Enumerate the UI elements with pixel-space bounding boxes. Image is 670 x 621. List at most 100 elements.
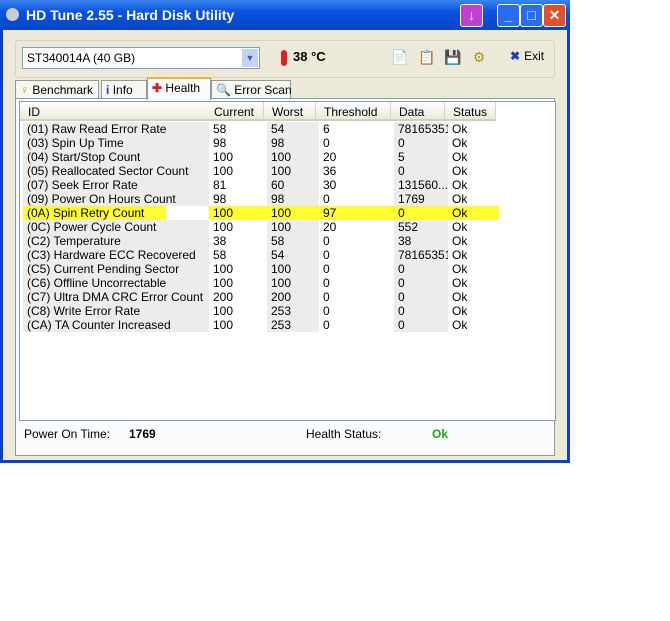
copy-all-icon[interactable]: 📋: [418, 49, 435, 65]
cell-id: (C6) Offline Uncorrectable: [23, 276, 209, 290]
table-row[interactable]: (09) Power On Hours Count 98 98 0 1769 Ok: [20, 192, 555, 206]
cell-worst: 54: [267, 122, 319, 136]
table-row[interactable]: (03) Spin Up Time 98 98 0 0 Ok: [20, 136, 555, 150]
cell-id: (0A) Spin Retry Count: [23, 206, 166, 220]
cell-status: Ok: [452, 318, 468, 332]
cell-status: Ok: [452, 248, 468, 262]
drive-select[interactable]: ST340014A (40 GB) ▼: [22, 47, 260, 69]
red-cross-icon: ✚: [152, 81, 163, 95]
cell-worst: 100: [267, 150, 319, 164]
table-row[interactable]: (0C) Power Cycle Count 100 100 20 552 Ok: [20, 220, 555, 234]
cell-id: (04) Start/Stop Count: [23, 150, 209, 164]
magnifier-icon: 🔍: [216, 83, 231, 97]
cell-worst: 58: [267, 234, 319, 248]
options-icon[interactable]: ⚙: [471, 49, 487, 65]
table-row[interactable]: (05) Reallocated Sector Count 100 100 36 0 Ok: [20, 164, 555, 178]
table-row[interactable]: (C8) Write Error Rate 100 253 0 0 Ok: [20, 304, 555, 318]
cell-status: Ok: [452, 178, 468, 192]
tab-health[interactable]: ✚ Health: [147, 77, 211, 100]
minimize-button[interactable]: _: [497, 4, 520, 27]
cell-data: 0: [394, 164, 448, 178]
cell-threshold: 0: [323, 248, 330, 262]
cell-id: (0C) Power Cycle Count: [23, 220, 209, 234]
table-row[interactable]: (07) Seek Error Rate 81 60 30 131560... Ok: [20, 178, 555, 192]
download-button[interactable]: ↓: [460, 4, 483, 27]
cell-current: 58: [213, 248, 227, 262]
save-icon[interactable]: 💾: [444, 49, 461, 65]
tab-error-scan[interactable]: 🔍 Error Scan: [211, 80, 292, 99]
cell-current: 98: [213, 136, 227, 150]
chevron-down-icon[interactable]: ▼: [242, 49, 258, 67]
cell-worst: 98: [267, 136, 319, 150]
cell-id: (07) Seek Error Rate: [23, 178, 209, 192]
cell-current: 200: [213, 290, 234, 304]
cell-status: Ok: [452, 304, 468, 318]
cell-status: Ok: [452, 276, 468, 290]
cell-status: Ok: [452, 122, 468, 136]
cell-id: (03) Spin Up Time: [23, 136, 209, 150]
cell-id: (05) Reallocated Sector Count: [23, 164, 209, 178]
tab-info[interactable]: i Info: [101, 80, 147, 99]
cell-threshold: 6: [323, 122, 330, 136]
cell-data: 0: [394, 318, 448, 332]
column-header-id[interactable]: ID: [20, 102, 209, 121]
table-row[interactable]: (C7) Ultra DMA CRC Error Count 200 200 0 0 Ok: [20, 290, 555, 304]
table-row[interactable]: (0A) Spin Retry Count 100 100 97 0 Ok: [20, 206, 555, 220]
app-window: HD Tune 2.55 - Hard Disk Utility ↓ _ □ ✕…: [0, 0, 570, 463]
cell-data: 0: [394, 304, 448, 318]
table-row[interactable]: (CA) TA Counter Increased 100 253 0 0 Ok: [20, 318, 555, 332]
table-row[interactable]: (C2) Temperature 38 58 0 38 Ok: [20, 234, 555, 248]
exit-button[interactable]: ✖ Exit: [510, 49, 544, 63]
column-header-threshold[interactable]: Threshold: [316, 102, 391, 121]
column-header-data[interactable]: Data: [391, 102, 445, 121]
cell-id: (CA) TA Counter Increased: [23, 318, 209, 332]
cell-id: (C8) Write Error Rate: [23, 304, 209, 318]
cell-id: (09) Power On Hours Count: [23, 192, 209, 206]
table-row[interactable]: (C6) Offline Uncorrectable 100 100 0 0 Ok: [20, 276, 555, 290]
cell-current: 100: [213, 304, 234, 318]
info-icon: i: [106, 83, 110, 97]
cell-current: 98: [213, 192, 227, 206]
cell-worst: 100: [267, 276, 319, 290]
cell-data: 0: [394, 276, 448, 290]
cell-threshold: 0: [323, 276, 330, 290]
smart-table[interactable]: ID Current Worst Threshold Data Status (01) Ra…: [19, 101, 556, 421]
column-header-current[interactable]: Current: [206, 102, 264, 121]
cell-data: 78165351: [394, 248, 448, 262]
table-row[interactable]: (04) Start/Stop Count 100 100 20 5 Ok: [20, 150, 555, 164]
cell-status: Ok: [452, 290, 468, 304]
cell-current: 100: [213, 150, 234, 164]
cell-id: (C3) Hardware ECC Recovered: [23, 248, 209, 262]
cell-data: 78165351: [394, 122, 448, 136]
cell-status: Ok: [452, 192, 468, 206]
close-button[interactable]: ✕: [543, 4, 566, 27]
copy-icon[interactable]: 📄: [391, 49, 408, 65]
health-status-label: Health Status:: [306, 427, 382, 441]
table-row[interactable]: (C5) Current Pending Sector 100 100 0 0 Ok: [20, 262, 555, 276]
thermometer-icon: [281, 49, 287, 66]
cell-data: 131560...: [394, 178, 448, 192]
column-header-worst[interactable]: Worst: [264, 102, 316, 121]
cell-threshold: 0: [323, 304, 330, 318]
cell-worst: 253: [267, 304, 319, 318]
cell-worst: 54: [267, 248, 319, 262]
title-bar: HD Tune 2.55 - Hard Disk Utility ↓ _ □ ✕: [0, 0, 570, 30]
maximize-button[interactable]: □: [520, 4, 543, 27]
cell-worst: 100: [267, 164, 319, 178]
cell-current: 81: [213, 178, 227, 192]
cell-threshold: 0: [323, 192, 330, 206]
cell-id: (C7) Ultra DMA CRC Error Count: [23, 290, 209, 304]
cell-data: 38: [394, 234, 448, 248]
tab-benchmark[interactable]: ♀ Benchmark: [15, 80, 99, 99]
cell-id: (C2) Temperature: [23, 234, 209, 248]
cell-worst: 98: [267, 192, 319, 206]
table-row[interactable]: (C3) Hardware ECC Recovered 58 54 0 78165351…: [20, 248, 555, 262]
window-title: HD Tune 2.55 - Hard Disk Utility: [26, 7, 235, 23]
cell-id: (C5) Current Pending Sector: [23, 262, 209, 276]
table-row[interactable]: (01) Raw Read Error Rate 58 54 6 78165351 Ok: [20, 122, 555, 136]
cell-threshold: 20: [323, 150, 337, 164]
cell-status: Ok: [452, 220, 468, 234]
column-header-status[interactable]: Status: [445, 102, 496, 121]
x-icon: ✖: [510, 49, 521, 63]
toolbar: ST340014A (40 GB) ▼ 38 °C 📄 📋 💾 ⚙ ✖ Exit: [15, 40, 555, 78]
